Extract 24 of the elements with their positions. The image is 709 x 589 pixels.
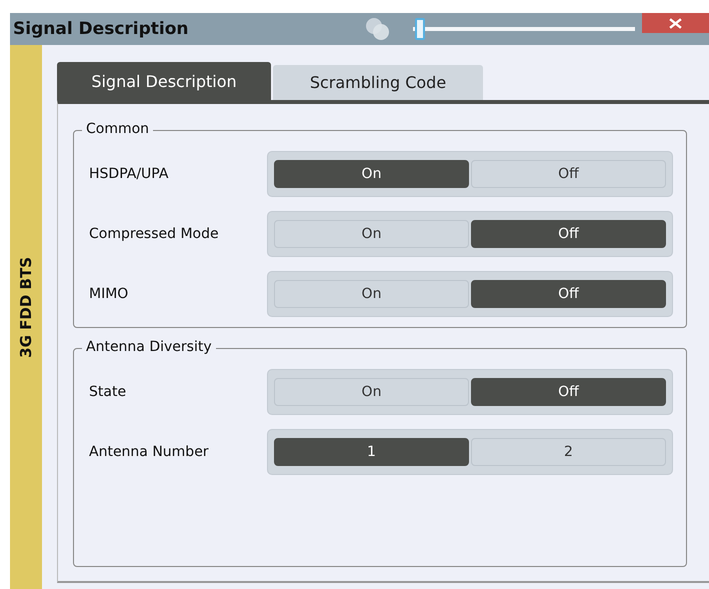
toggle-option[interactable]: On xyxy=(274,280,469,308)
setting-label: MIMO xyxy=(89,286,130,302)
tab[interactable]: Scrambling Code xyxy=(273,65,483,100)
toggle-option[interactable]: On xyxy=(274,160,469,188)
window-title: Signal Description xyxy=(13,19,190,39)
setting-label: Antenna Number xyxy=(89,444,210,460)
sidebar-tab[interactable]: 3G FDD BTS xyxy=(10,45,42,589)
toggle-option[interactable]: 1 xyxy=(274,438,469,466)
setting-label: Compressed Mode xyxy=(89,226,220,242)
toggle-option[interactable]: Off xyxy=(471,160,666,188)
toggle-option[interactable]: On xyxy=(274,378,469,406)
close-button[interactable] xyxy=(642,13,709,33)
toggle-option[interactable]: Off xyxy=(471,378,666,406)
overlapping-circles-icon xyxy=(365,17,391,41)
toggle-option[interactable]: Off xyxy=(471,220,666,248)
toggle-option[interactable]: On xyxy=(274,220,469,248)
group-title: Antenna Diversity xyxy=(82,339,216,355)
setting-label: HSDPA/UPA xyxy=(89,166,170,182)
setting-label: State xyxy=(89,384,128,400)
sidebar-label: 3G FDD BTS xyxy=(17,256,35,358)
close-icon xyxy=(669,18,682,28)
tab[interactable]: Signal Description xyxy=(57,62,271,100)
toggle-option[interactable]: Off xyxy=(471,280,666,308)
toggle-option[interactable]: 2 xyxy=(471,438,666,466)
